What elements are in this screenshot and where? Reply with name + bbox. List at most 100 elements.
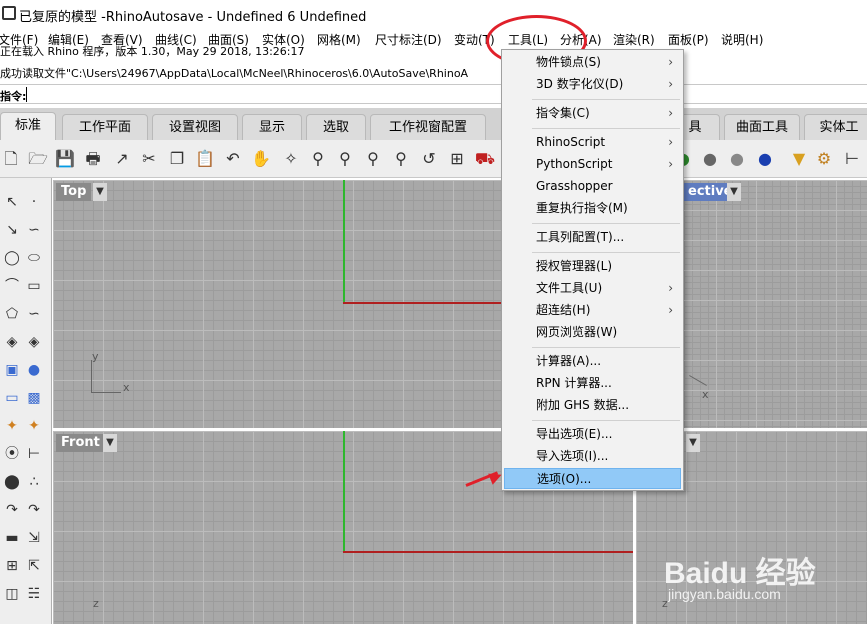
array-icon[interactable]: ⊞ xyxy=(2,556,22,576)
layer-icon[interactable]: ◫ xyxy=(2,584,22,604)
copy-icon[interactable]: ❐ xyxy=(166,148,188,170)
menu-item-options[interactable]: 选项(O)... xyxy=(504,468,681,489)
tab-select[interactable]: 选取 xyxy=(306,114,366,140)
fillet-icon[interactable]: ✦ xyxy=(2,416,22,436)
explode-icon[interactable]: ✦ xyxy=(24,416,44,436)
circle-icon[interactable]: ◯ xyxy=(2,248,22,268)
zoom-window-icon[interactable]: ⚲ xyxy=(334,148,356,170)
surface-edge-icon[interactable]: ◈ xyxy=(24,332,44,352)
viewport-title-front[interactable]: Front xyxy=(56,434,105,452)
snap-grid-icon[interactable]: ⊢ xyxy=(841,148,863,170)
open-folder-icon[interactable]: 🗁 xyxy=(27,148,49,170)
mesh-icon[interactable]: ▩ xyxy=(24,388,44,408)
save-icon[interactable]: 💾 xyxy=(54,148,76,170)
blue-sphere-icon[interactable]: ● xyxy=(754,148,776,170)
new-file-icon[interactable]: 🗋 xyxy=(0,148,22,170)
polyline-icon[interactable]: ↘ xyxy=(2,220,22,240)
ghosted-sphere-icon[interactable]: ● xyxy=(726,148,748,170)
menu-item-repeat-command[interactable]: 重复执行指令(M) xyxy=(504,198,681,219)
chevron-down-icon[interactable]: ▼ xyxy=(93,183,107,201)
submenu-arrow-icon: › xyxy=(668,157,673,171)
menu-render[interactable]: 渲染(R) xyxy=(613,31,655,48)
wireframe-sphere-icon[interactable]: ● xyxy=(699,148,721,170)
surface-icon[interactable]: ◈ xyxy=(2,332,22,352)
menu-dimension[interactable]: 尺寸标注(D) xyxy=(375,31,442,48)
tab-viewport-layout[interactable]: 工作视窗配置 xyxy=(370,114,486,140)
menu-item-grasshopper[interactable]: Grasshopper xyxy=(504,176,681,197)
menu-item-ghs-data[interactable]: 附加 GHS 数据... xyxy=(504,395,681,416)
tab-standard[interactable]: 标准 xyxy=(0,112,56,141)
grid-four-viewports-icon[interactable]: ⊞ xyxy=(446,148,468,170)
menu-item-license-manager[interactable]: 授权管理器(L) xyxy=(504,256,681,277)
import-icon[interactable]: ↗ xyxy=(111,148,133,170)
chevron-down-icon[interactable]: ▼ xyxy=(686,434,700,452)
group-icon[interactable]: ⬤ xyxy=(2,472,22,492)
menu-item-export-options[interactable]: 导出选项(E)... xyxy=(504,424,681,445)
properties-icon[interactable]: ☵ xyxy=(24,584,44,604)
undo-icon[interactable]: ↶ xyxy=(222,148,244,170)
window-title: 已复原的模型 -RhinoAutosave - Undefined 6 Unde… xyxy=(19,10,367,25)
rotate-view-icon[interactable]: ✧ xyxy=(280,148,302,170)
ungroup-icon[interactable]: ∴ xyxy=(24,472,44,492)
history-line: 成功读取文件"C:\Users\24967\AppData\Local\McNe… xyxy=(0,67,469,80)
tab-display[interactable]: 显示 xyxy=(242,114,302,140)
menu-item-import-options[interactable]: 导入选项(I)... xyxy=(504,446,681,467)
menu-item-hyperlink[interactable]: 超连结(H) › xyxy=(504,300,681,321)
menu-item-calculator[interactable]: 计算器(A)... xyxy=(504,351,681,372)
rectangle-icon[interactable]: ▭ xyxy=(24,276,44,296)
undo-view-icon[interactable]: ↺ xyxy=(418,148,440,170)
arc-icon[interactable]: ⌒ xyxy=(2,276,22,296)
point-icon[interactable]: · xyxy=(24,192,44,212)
menu-help[interactable]: 说明(H) xyxy=(721,31,763,48)
menu-mesh[interactable]: 网格(M) xyxy=(317,31,361,48)
menu-divider xyxy=(532,99,680,100)
menu-item-file-utilities[interactable]: 文件工具(U) › xyxy=(504,278,681,299)
pan-hand-icon[interactable]: ✋ xyxy=(250,148,272,170)
menu-item-web-browser[interactable]: 网页浏览器(W) xyxy=(504,322,681,343)
light-icon[interactable]: ▼ xyxy=(788,148,810,170)
menu-divider xyxy=(532,128,680,129)
rotate-icon[interactable]: ↷ xyxy=(2,500,22,520)
menu-item-rpn-calculator[interactable]: RPN 计算器... xyxy=(504,373,681,394)
zoom-extents-icon[interactable]: ⚲ xyxy=(362,148,384,170)
scale-icon[interactable]: ⇲ xyxy=(24,528,44,548)
tab-set-view[interactable]: 设置视图 xyxy=(152,114,238,140)
submenu-arrow-icon: › xyxy=(668,135,673,149)
ellipse-icon[interactable]: ⬭ xyxy=(24,248,44,268)
gear-settings-icon[interactable]: ⚙ xyxy=(813,148,835,170)
tab-cplanes[interactable]: 工作平面 xyxy=(62,114,148,140)
select-arrow-icon[interactable]: ↖ xyxy=(2,192,22,212)
menu-item-rhinoscript[interactable]: RhinoScript › xyxy=(504,132,681,153)
chevron-down-icon[interactable]: ▼ xyxy=(727,183,741,201)
tab-surface-tools[interactable]: 曲面工具 xyxy=(724,114,800,140)
zoom-selected-icon[interactable]: ⚲ xyxy=(390,148,412,170)
transform-icon[interactable]: ⦿ xyxy=(2,444,22,464)
menu-panels[interactable]: 面板(P) xyxy=(668,31,709,48)
y-axis-line xyxy=(343,180,345,304)
curve-icon[interactable]: ∽ xyxy=(24,220,44,240)
tab-solid-tools[interactable]: 实体工 xyxy=(804,114,867,140)
freeform-curve-icon[interactable]: ∽ xyxy=(24,304,44,324)
cut-icon[interactable]: ✂ xyxy=(138,148,160,170)
chevron-down-icon[interactable]: ▼ xyxy=(103,434,117,452)
command-input[interactable] xyxy=(26,87,496,102)
car-icon[interactable]: ⛟ xyxy=(474,148,496,170)
zoom-icon[interactable]: ⚲ xyxy=(307,148,329,170)
print-icon[interactable]: 🖶 xyxy=(82,148,104,170)
menu-item-3d-digitizer[interactable]: 3D 数字化仪(D) › xyxy=(504,74,681,95)
menu-item-toolbar-layout[interactable]: 工具列配置(T)... xyxy=(504,227,681,248)
polygon-icon[interactable]: ⬠ xyxy=(2,304,22,324)
rotate-3d-icon[interactable]: ↷ xyxy=(24,500,44,520)
menu-item-command-sets[interactable]: 指令集(C) › xyxy=(504,103,681,124)
align-icon[interactable]: ⇱ xyxy=(24,556,44,576)
cylinder-icon[interactable]: ▭ xyxy=(2,388,22,408)
mirror-icon[interactable]: ▬ xyxy=(2,528,22,548)
viewport-title-top[interactable]: Top xyxy=(56,183,92,201)
dimension-icon[interactable]: ⊢ xyxy=(24,444,44,464)
sphere-icon[interactable]: ● xyxy=(24,360,44,380)
box-icon[interactable]: ▣ xyxy=(2,360,22,380)
paste-icon[interactable]: 📋 xyxy=(194,148,216,170)
gizmo-y-label: y xyxy=(92,350,99,363)
menu-item-object-snap[interactable]: 物件锁点(S) › xyxy=(504,52,681,73)
menu-item-pythonscript[interactable]: PythonScript › xyxy=(504,154,681,175)
